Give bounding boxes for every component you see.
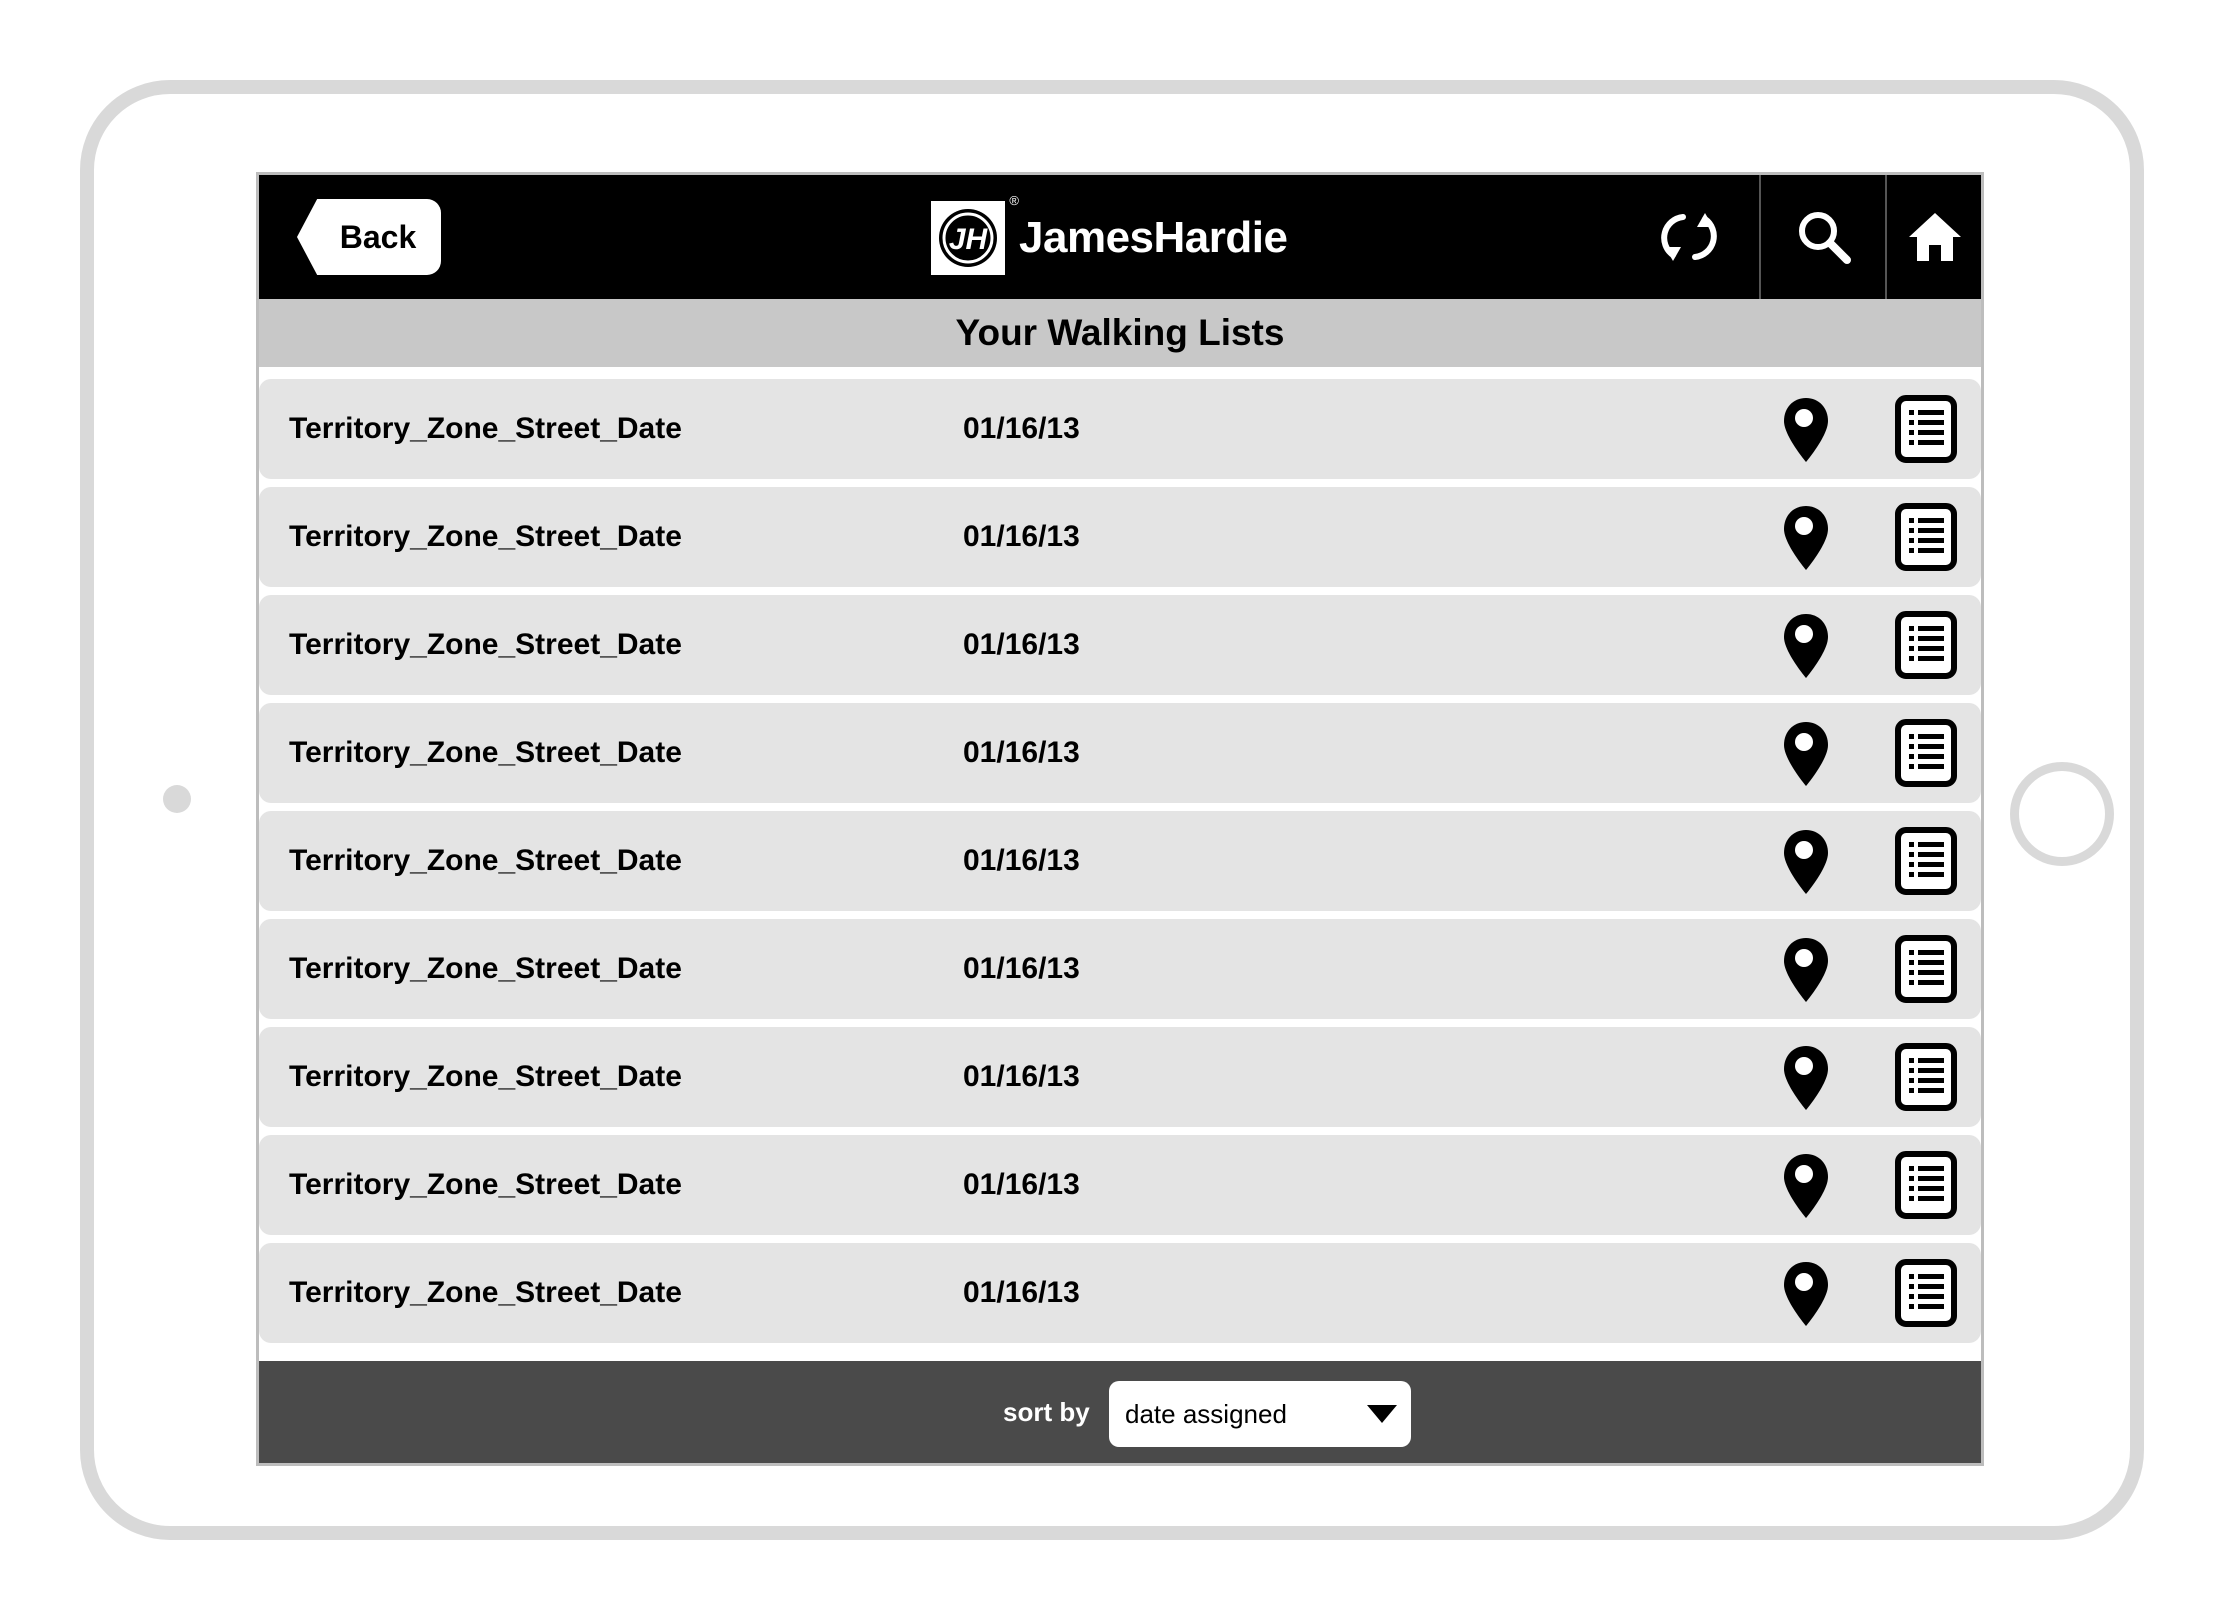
sync-icon xyxy=(1661,213,1717,261)
list-icon[interactable] xyxy=(1895,395,1957,463)
list-icon[interactable] xyxy=(1895,827,1957,895)
sync-button[interactable] xyxy=(1629,175,1749,299)
list-item[interactable]: Territory_Zone_Street_Date 01/16/13 xyxy=(259,703,1981,803)
list-item-date: 01/16/13 xyxy=(963,1060,1080,1093)
map-pin-icon[interactable] xyxy=(1782,396,1830,464)
list-item-name: Territory_Zone_Street_Date xyxy=(289,952,682,985)
list-item-date: 01/16/13 xyxy=(963,844,1080,877)
list-icon[interactable] xyxy=(1895,1259,1957,1327)
list-item-date: 01/16/13 xyxy=(963,952,1080,985)
map-pin-icon[interactable] xyxy=(1782,612,1830,680)
map-pin-icon[interactable] xyxy=(1782,1044,1830,1112)
map-pin-icon[interactable] xyxy=(1782,1152,1830,1220)
list-item[interactable]: Territory_Zone_Street_Date 01/16/13 xyxy=(259,811,1981,911)
search-button[interactable] xyxy=(1759,175,1887,299)
page-title: Your Walking Lists xyxy=(259,299,1981,367)
list-item-name: Territory_Zone_Street_Date xyxy=(289,628,682,661)
map-pin-icon[interactable] xyxy=(1782,828,1830,896)
list-item[interactable]: Territory_Zone_Street_Date 01/16/13 xyxy=(259,487,1981,587)
map-pin-icon[interactable] xyxy=(1782,720,1830,788)
home-button[interactable] xyxy=(1885,175,1981,299)
brand-logo: JH ® JamesHardie xyxy=(931,193,1288,277)
search-icon xyxy=(1799,212,1851,264)
back-button-label: Back xyxy=(339,218,417,255)
list-item-date: 01/16/13 xyxy=(963,1276,1080,1309)
footer-bar: sort by date assigned xyxy=(259,1361,1981,1463)
list-item-date: 01/16/13 xyxy=(963,1168,1080,1201)
map-pin-icon[interactable] xyxy=(1782,936,1830,1004)
map-pin-icon[interactable] xyxy=(1782,1260,1830,1328)
list-item-name: Territory_Zone_Street_Date xyxy=(289,1060,682,1093)
list-icon[interactable] xyxy=(1895,503,1957,571)
brand-mark-icon: JH ® xyxy=(931,193,1019,275)
app-screen: Back JH ® JamesHardie Your Walking Lists… xyxy=(256,172,1984,1466)
sort-value: date assigned xyxy=(1125,1398,1287,1429)
header-bar: Back JH ® JamesHardie xyxy=(259,175,1981,299)
list-item-name: Territory_Zone_Street_Date xyxy=(289,844,682,877)
list-item-date: 01/16/13 xyxy=(963,412,1080,445)
list-icon[interactable] xyxy=(1895,935,1957,1003)
camera-dot xyxy=(163,785,191,813)
list-item-name: Territory_Zone_Street_Date xyxy=(289,412,682,445)
list-icon[interactable] xyxy=(1895,719,1957,787)
list-item-date: 01/16/13 xyxy=(963,520,1080,553)
map-pin-icon[interactable] xyxy=(1782,504,1830,572)
sort-dropdown[interactable]: date assigned xyxy=(1109,1381,1411,1447)
chevron-down-icon xyxy=(1367,1405,1397,1423)
list-item[interactable]: Territory_Zone_Street_Date 01/16/13 xyxy=(259,919,1981,1019)
list-item[interactable]: Territory_Zone_Street_Date 01/16/13 xyxy=(259,1243,1981,1343)
list-icon[interactable] xyxy=(1895,1043,1957,1111)
list-item[interactable]: Territory_Zone_Street_Date 01/16/13 xyxy=(259,379,1981,479)
list-item-name: Territory_Zone_Street_Date xyxy=(289,1168,682,1201)
list-item[interactable]: Territory_Zone_Street_Date 01/16/13 xyxy=(259,1135,1981,1235)
list-item-date: 01/16/13 xyxy=(963,628,1080,661)
registered-mark: ® xyxy=(1009,193,1019,208)
list-icon[interactable] xyxy=(1895,611,1957,679)
list-item-date: 01/16/13 xyxy=(963,736,1080,769)
list-item[interactable]: Territory_Zone_Street_Date 01/16/13 xyxy=(259,1027,1981,1127)
list-item-name: Territory_Zone_Street_Date xyxy=(289,1276,682,1309)
svg-text:JH: JH xyxy=(949,223,989,256)
brand-name: JamesHardie xyxy=(1019,213,1288,262)
device-home-button xyxy=(2010,762,2114,866)
list-item-name: Territory_Zone_Street_Date xyxy=(289,520,682,553)
home-icon xyxy=(1909,213,1961,261)
back-button[interactable]: Back xyxy=(297,199,441,275)
sort-label: sort by xyxy=(1003,1396,1090,1427)
list-item-name: Territory_Zone_Street_Date xyxy=(289,736,682,769)
walking-list: Territory_Zone_Street_Date 01/16/13 Territ… xyxy=(259,379,1981,1351)
list-item[interactable]: Territory_Zone_Street_Date 01/16/13 xyxy=(259,595,1981,695)
list-icon[interactable] xyxy=(1895,1151,1957,1219)
